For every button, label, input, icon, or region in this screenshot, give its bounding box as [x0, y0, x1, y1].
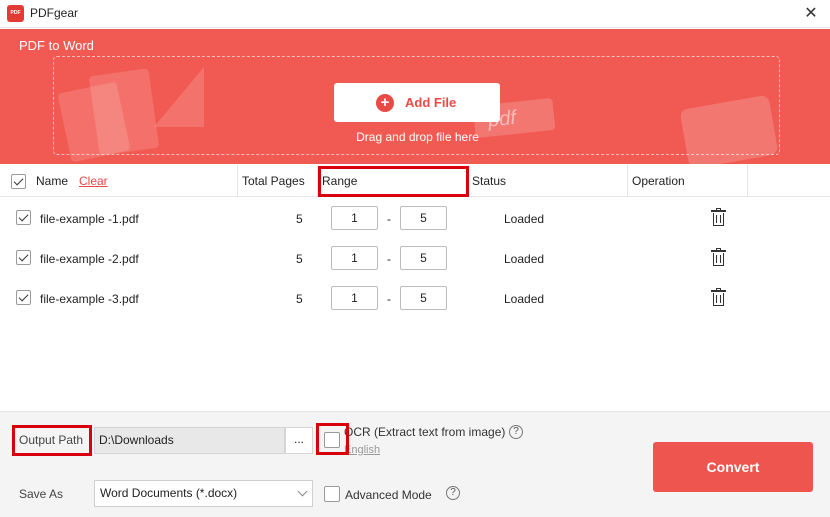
drop-hint-text: Drag and drop file here — [356, 130, 479, 144]
column-divider — [237, 165, 238, 197]
close-window-button[interactable]: ✕ — [800, 3, 822, 25]
conversion-banner: PDF to Word pdf + Add File Drag and drop… — [0, 29, 830, 164]
range-to-input[interactable]: 5 — [400, 246, 447, 270]
pdfgear-logo-icon: PDF — [7, 5, 24, 22]
clear-list-link[interactable]: Clear — [79, 165, 108, 197]
file-status: Loaded — [504, 252, 545, 266]
column-divider — [747, 165, 748, 197]
ocr-label: OCR (Extract text from image) — [344, 425, 506, 439]
table-row: file-example -3.pdf 5 1 - 5 Loaded — [0, 280, 830, 320]
delete-trash-icon[interactable] — [711, 288, 726, 306]
row-checkbox[interactable] — [16, 290, 31, 305]
page-count: 5 — [296, 292, 303, 306]
delete-trash-icon[interactable] — [711, 208, 726, 226]
column-divider — [468, 165, 469, 197]
save-as-label: Save As — [19, 487, 64, 501]
output-format-select[interactable]: Word Documents (*.docx) — [94, 480, 313, 507]
range-from-input[interactable]: 1 — [331, 206, 378, 230]
column-header-range: Range — [322, 174, 358, 188]
column-header-status: Status — [472, 174, 507, 188]
decorative-arrow-icon — [154, 67, 204, 127]
output-format-value: Word Documents (*.docx) — [100, 486, 238, 500]
add-file-button[interactable]: + Add File — [334, 83, 500, 122]
range-separator: - — [387, 212, 391, 226]
column-header-total-pages: Total Pages — [242, 174, 305, 188]
add-file-label: Add File — [405, 95, 457, 110]
browse-folder-button[interactable]: ... — [285, 427, 313, 454]
file-name: file-example -2.pdf — [40, 252, 139, 266]
delete-trash-icon[interactable] — [711, 248, 726, 266]
title-bar: PDF PDFgear ✕ — [0, 0, 830, 28]
file-status: Loaded — [504, 212, 545, 226]
column-divider — [317, 165, 318, 197]
range-separator: - — [387, 292, 391, 306]
range-from-input[interactable]: 1 — [331, 246, 378, 270]
table-row: file-example -2.pdf 5 1 - 5 Loaded — [0, 240, 830, 280]
file-name: file-example -3.pdf — [40, 292, 139, 306]
column-header-operation: Operation — [632, 174, 685, 188]
range-separator: - — [387, 252, 391, 266]
file-drop-zone[interactable]: pdf + Add File Drag and drop file here — [53, 56, 780, 164]
row-checkbox[interactable] — [16, 210, 31, 225]
tool-title: PDF to Word — [19, 38, 94, 53]
ocr-help-icon[interactable]: ? — [509, 425, 523, 439]
plus-circle-icon: + — [376, 94, 394, 112]
advanced-mode-label: Advanced Mode — [345, 488, 432, 502]
page-count: 5 — [296, 252, 303, 266]
ocr-checkbox[interactable] — [324, 432, 340, 448]
output-path-field[interactable]: D:\Downloads — [94, 427, 285, 454]
convert-button[interactable]: Convert — [653, 442, 813, 492]
output-path-label: Output Path — [19, 433, 84, 447]
advanced-mode-checkbox[interactable] — [324, 486, 340, 502]
range-to-input[interactable]: 5 — [400, 286, 447, 310]
file-table-header: Name Clear Total Pages Range Status Oper… — [0, 165, 830, 197]
page-count: 5 — [296, 212, 303, 226]
chevron-down-icon — [297, 486, 308, 497]
file-name: file-example -1.pdf — [40, 212, 139, 226]
app-title: PDFgear — [30, 6, 79, 20]
row-checkbox[interactable] — [16, 250, 31, 265]
range-from-input[interactable]: 1 — [331, 286, 378, 310]
column-header-name: Name — [36, 174, 69, 188]
range-to-input[interactable]: 5 — [400, 206, 447, 230]
column-divider — [627, 165, 628, 197]
output-settings-panel: Output Path D:\Downloads ... OCR (Extrac… — [0, 411, 830, 517]
table-row: file-example -1.pdf 5 1 - 5 Loaded — [0, 200, 830, 240]
file-status: Loaded — [504, 292, 545, 306]
advanced-mode-help-icon[interactable]: ? — [446, 486, 460, 500]
ocr-language-link[interactable]: English — [344, 444, 380, 456]
select-all-checkbox[interactable] — [11, 174, 26, 189]
